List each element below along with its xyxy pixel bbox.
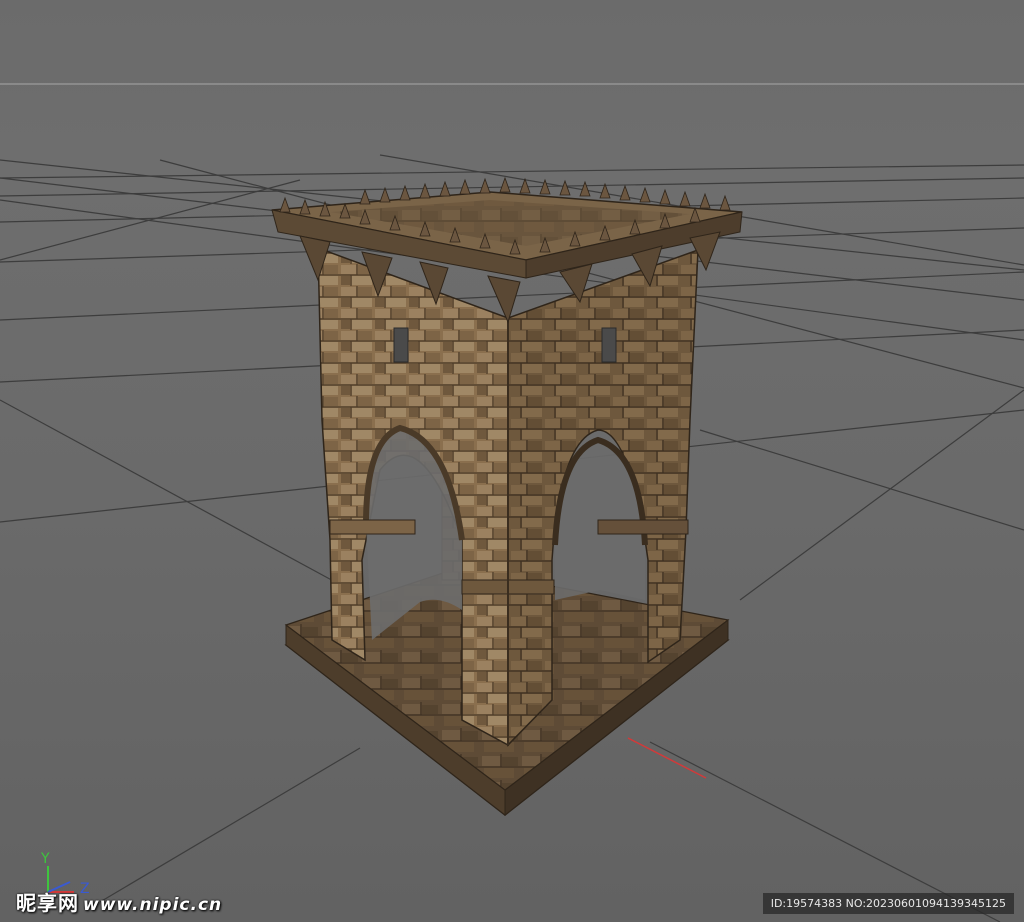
x-axis-line <box>627 737 707 779</box>
watermark-logo: 昵享网 www.nipic.cn <box>16 887 222 916</box>
watermark-site-url: www.nipic.cn <box>83 895 223 915</box>
tower-model[interactable] <box>271 176 743 817</box>
watermark-site-name: 昵享网 <box>16 891 79 915</box>
watermark-id-badge: ID:19574383 NO:20230601094139345125 <box>762 893 1014 914</box>
scene-canvas[interactable]: Y Z <box>0 0 1024 922</box>
3d-viewport[interactable]: Y Z 昵享网 www.nipic.cn ID:19574383 NO:20230… <box>0 0 1024 922</box>
axis-y-label: Y <box>40 851 50 867</box>
